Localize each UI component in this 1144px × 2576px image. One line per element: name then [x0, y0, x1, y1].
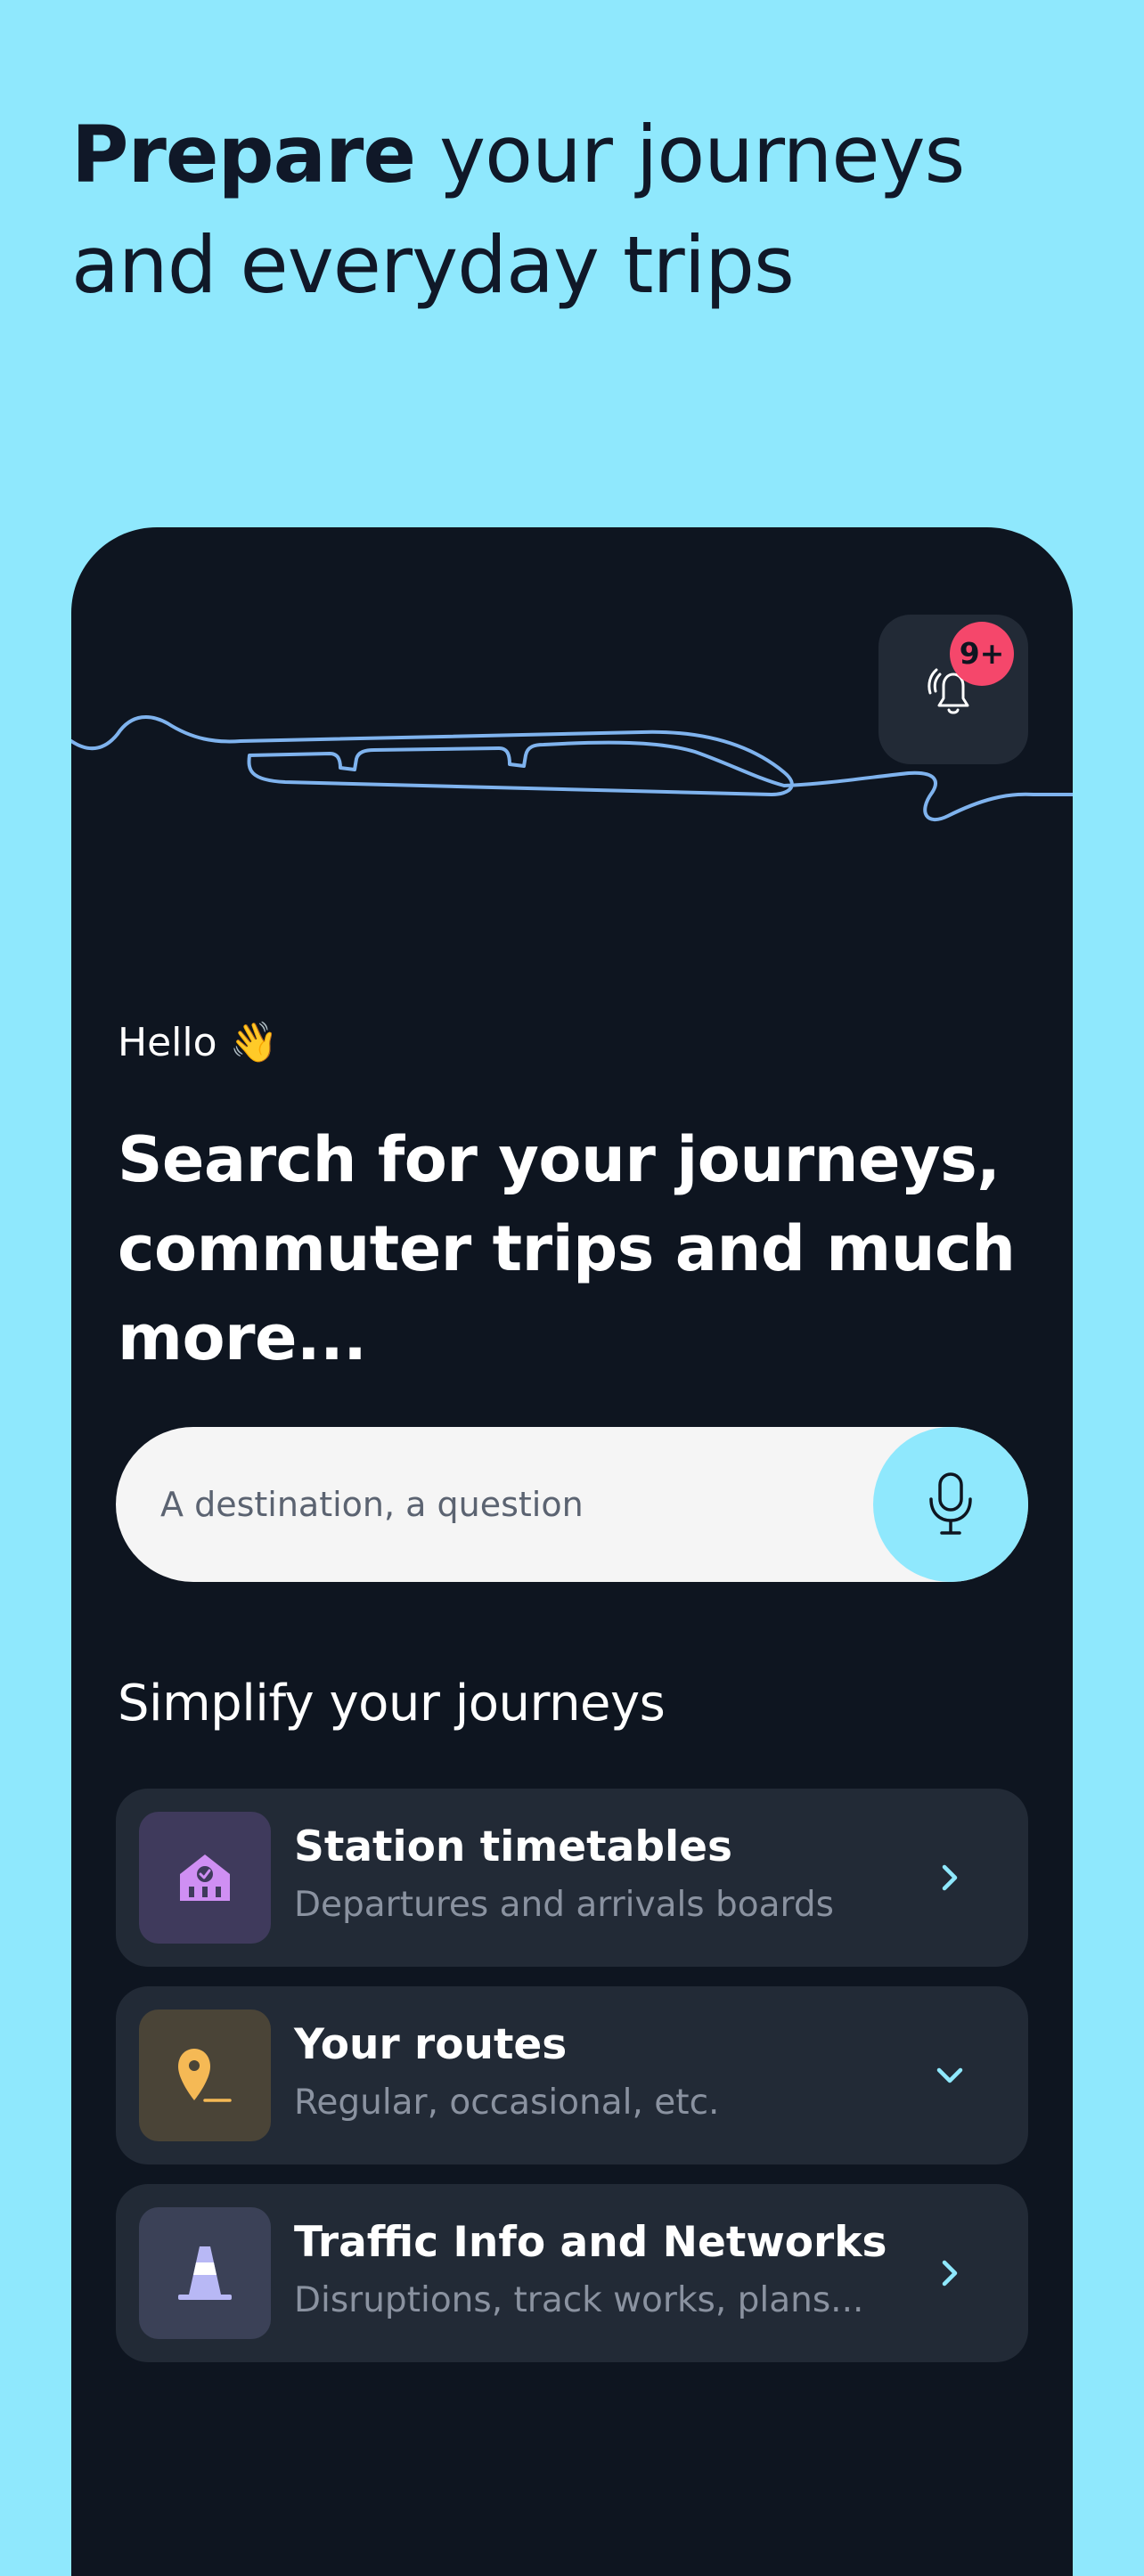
station-icon-tile [139, 1812, 271, 1944]
search-placeholder[interactable]: A destination, a question [160, 1427, 584, 1582]
card-title: Your routes [294, 2020, 568, 2069]
app-screen: 9+ Hello 👋 Search for your journeys, com… [71, 527, 1073, 2576]
traffic-cone-icon-tile [139, 2207, 271, 2339]
card-subtitle: Regular, occasional, etc. [294, 2083, 720, 2123]
notification-count-badge: 9+ [950, 622, 1014, 686]
chevron-right-icon [942, 2260, 958, 2287]
location-pin-icon [178, 2049, 232, 2102]
chevron-right-icon [942, 1864, 958, 1891]
location-pin-icon-tile [139, 2009, 271, 2141]
traffic-info-card[interactable]: Traffic Info and Networks Disruptions, t… [116, 2184, 1028, 2362]
search-bar[interactable]: A destination, a question [116, 1427, 1028, 1582]
section-title: Simplify your journeys [118, 1675, 666, 1732]
greeting: Hello 👋 [118, 1020, 279, 1065]
card-title: Traffic Info and Networks [294, 2218, 887, 2267]
microphone-icon [929, 1472, 972, 1535]
notifications-button[interactable]: 9+ [878, 615, 1028, 764]
your-routes-card[interactable]: Your routes Regular, occasional, etc. [116, 1986, 1028, 2164]
traffic-cone-icon [178, 2246, 232, 2300]
page-headline: Prepare your journeys and everyday trips [71, 100, 1087, 321]
card-subtitle: Disruptions, track works, plans... [294, 2280, 864, 2320]
headline-emphasis: Prepare [71, 109, 416, 200]
hero-title: Search for your journeys, commuter trips… [118, 1123, 1016, 1374]
card-title: Station timetables [294, 1822, 732, 1871]
chevron-down-icon [936, 2067, 963, 2083]
voice-search-button[interactable] [873, 1427, 1028, 1582]
card-subtitle: Departures and arrivals boards [294, 1885, 834, 1925]
station-icon [180, 1855, 230, 1901]
station-timetables-card[interactable]: Station timetables Departures and arriva… [116, 1789, 1028, 1967]
